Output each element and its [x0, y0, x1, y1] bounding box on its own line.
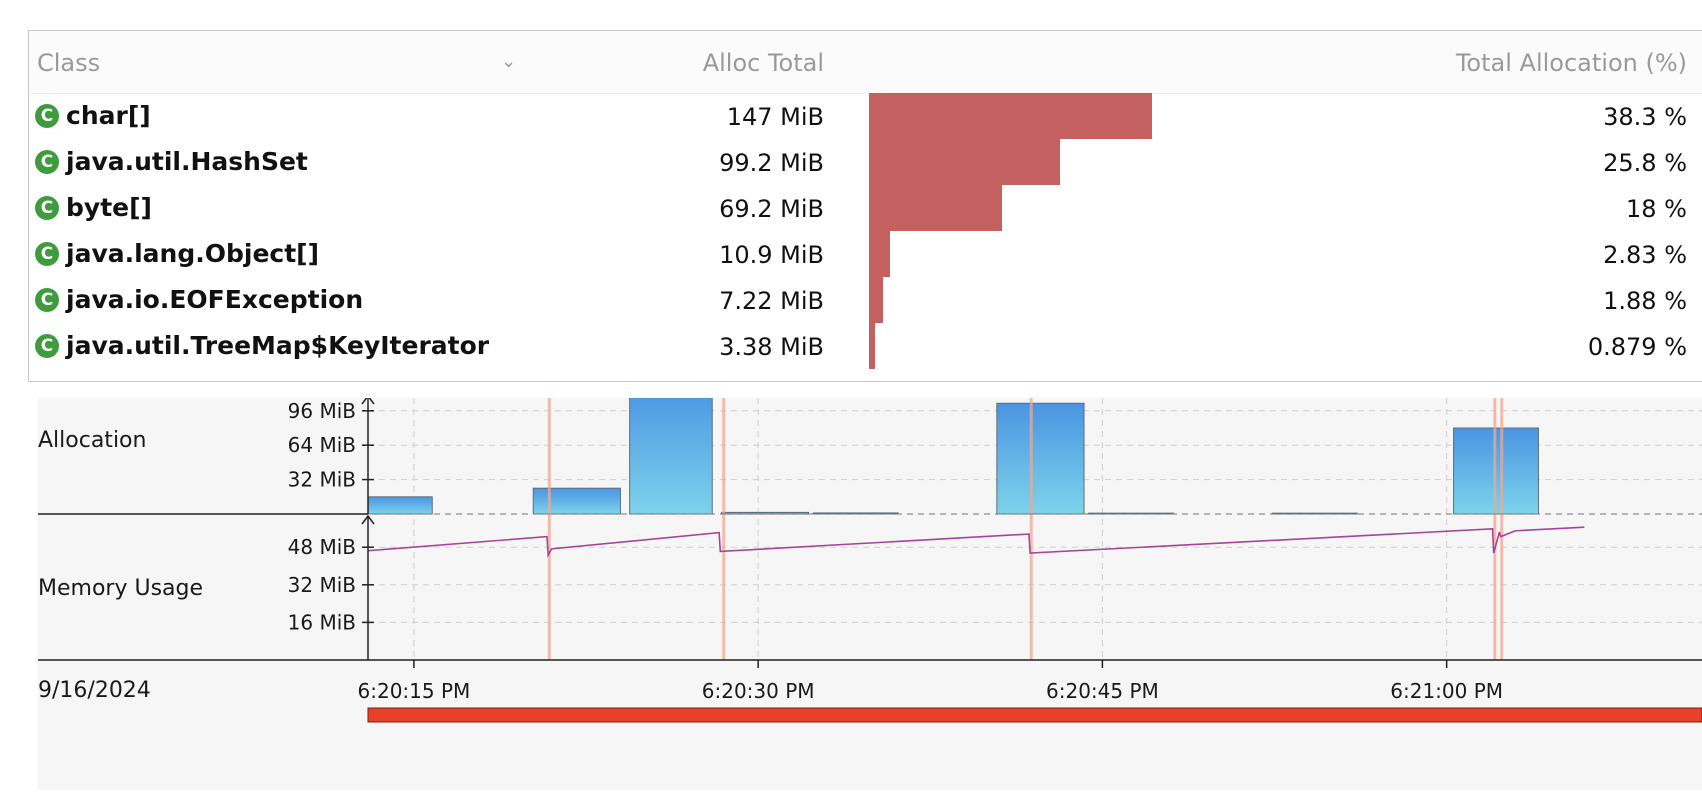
allocation-percent: 2.83 %	[1603, 241, 1687, 269]
alloc-total-value: 7.22 MiB	[719, 287, 824, 315]
x-tick-label: 6:20:45 PM	[1046, 679, 1159, 703]
x-tick-label: 6:20:15 PM	[358, 679, 471, 703]
class-icon: C	[35, 195, 59, 220]
class-cell: Cjava.lang.Object[]	[35, 239, 319, 268]
class-name: java.lang.Object[]	[66, 239, 320, 268]
sort-chevron-icon[interactable]: ⌄	[501, 51, 516, 72]
allocation-bar	[869, 323, 876, 369]
class-cell: Cchar[]	[35, 101, 151, 130]
class-cell: Cjava.util.HashSet	[35, 147, 308, 176]
allocation-percent: 38.3 %	[1603, 103, 1687, 131]
allocation-percent: 1.88 %	[1603, 287, 1687, 315]
y-tick-label: 16 MiB	[288, 610, 356, 634]
x-tick-label: 6:21:00 PM	[1390, 679, 1503, 703]
allocation-bar	[367, 496, 433, 515]
table-row[interactable]: Cjava.util.HashSet 99.2 MiB 25.8 %	[29, 139, 1702, 185]
class-icon: C	[35, 333, 59, 358]
column-header-class[interactable]: Class	[37, 49, 100, 77]
class-cell: Cjava.util.TreeMap$KeyIterator	[35, 331, 489, 360]
allocation-bar	[869, 185, 1003, 231]
class-name: java.io.EOFException	[66, 285, 364, 314]
column-header-total-allocation[interactable]: Total Allocation (%)	[1456, 49, 1687, 77]
allocation-percent: 18 %	[1626, 195, 1687, 223]
y-tick-label: 32 MiB	[288, 573, 356, 597]
table-row[interactable]: Cjava.io.EOFException 7.22 MiB 1.88 %	[29, 277, 1702, 323]
allocation-bar	[996, 402, 1085, 515]
y-tick-label: 64 MiB	[288, 433, 356, 457]
class-icon: C	[35, 149, 59, 174]
time-range-bar	[367, 707, 1702, 723]
class-name: byte[]	[66, 193, 152, 222]
allocation-table: Class ⌄ Alloc Total Total Allocation (%)…	[28, 30, 1702, 382]
alloc-total-value: 69.2 MiB	[719, 195, 824, 223]
class-icon: C	[35, 241, 59, 266]
table-row[interactable]: Cjava.util.TreeMap$KeyIterator 3.38 MiB 0.…	[29, 323, 1702, 369]
allocation-percent: 25.8 %	[1603, 149, 1687, 177]
table-row[interactable]: Cjava.lang.Object[] 10.9 MiB 2.83 %	[29, 231, 1702, 277]
alloc-total-value: 10.9 MiB	[719, 241, 824, 269]
y-tick-label: 48 MiB	[288, 535, 356, 559]
class-name: java.util.TreeMap$KeyIterator	[66, 331, 490, 360]
allocation-bar	[869, 139, 1060, 185]
class-icon: C	[35, 287, 59, 312]
class-name: char[]	[66, 101, 151, 130]
table-row[interactable]: Cbyte[] 69.2 MiB 18 %	[29, 185, 1702, 231]
table-header: Class ⌄ Alloc Total Total Allocation (%)	[29, 31, 1702, 94]
class-cell: Cbyte[]	[35, 193, 152, 222]
timeline-charts: Allocation Memory Usage 9/16/2024 32 MiB…	[38, 398, 1702, 790]
allocation-bar	[869, 93, 1153, 139]
alloc-total-value: 147 MiB	[726, 103, 824, 131]
column-header-alloc-total[interactable]: Alloc Total	[703, 49, 824, 77]
allocation-bar	[532, 487, 621, 515]
alloc-total-value: 3.38 MiB	[719, 333, 824, 361]
alloc-total-value: 99.2 MiB	[719, 149, 824, 177]
allocation-percent: 0.879 %	[1587, 333, 1687, 361]
class-icon: C	[35, 103, 59, 128]
timeline-chart-svg[interactable]: 32 MiB 64 MiB 96 MiB 16 MiB 32 MiB 48 MiB 6:20…	[38, 398, 1702, 790]
table-row[interactable]: Cchar[] 147 MiB 38.3 %	[29, 93, 1702, 139]
y-tick-label: 32 MiB	[288, 468, 356, 492]
allocation-bar	[869, 231, 890, 277]
class-cell: Cjava.io.EOFException	[35, 285, 363, 314]
allocation-bar	[629, 398, 713, 515]
class-name: java.util.HashSet	[66, 147, 308, 176]
x-tick-label: 6:20:30 PM	[702, 679, 815, 703]
allocation-bar	[869, 277, 883, 323]
y-tick-label: 96 MiB	[288, 399, 356, 423]
